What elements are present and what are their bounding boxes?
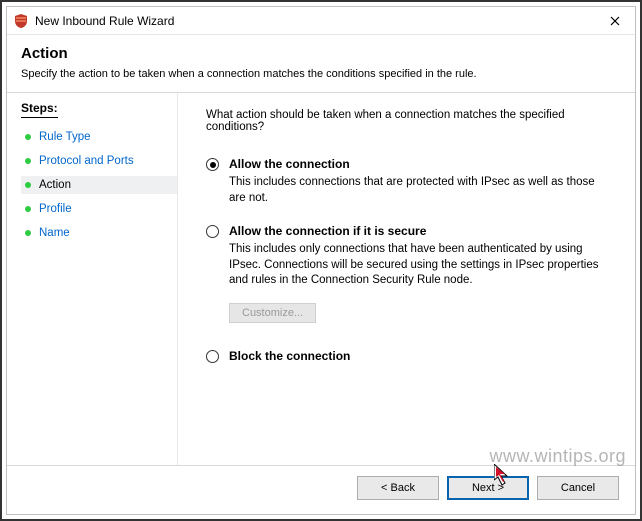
- firewall-icon: [13, 13, 29, 29]
- content-area: What action should be taken when a conne…: [177, 93, 635, 465]
- option-allow-secure[interactable]: Allow the connection if it is secure: [206, 224, 613, 238]
- option-allow-secure-desc: This includes only connections that have…: [229, 242, 613, 289]
- bullet-icon: [25, 230, 31, 236]
- close-button[interactable]: [595, 7, 635, 35]
- customize-button: Customize...: [229, 303, 316, 323]
- step-label: Action: [39, 179, 71, 191]
- header-area: Action Specify the action to be taken wh…: [7, 35, 635, 86]
- footer-buttons: < Back Next > Cancel: [7, 465, 635, 514]
- radio-block[interactable]: [206, 350, 219, 363]
- radio-allow-secure[interactable]: [206, 225, 219, 238]
- bullet-icon: [25, 206, 31, 212]
- wizard-window: New Inbound Rule Wizard Action Specify t…: [6, 6, 636, 515]
- step-profile[interactable]: Profile: [21, 200, 177, 218]
- page-subtitle: Specify the action to be taken when a co…: [21, 68, 621, 80]
- next-button[interactable]: Next >: [447, 476, 529, 500]
- option-block-title: Block the connection: [229, 349, 350, 363]
- option-allow-desc: This includes connections that are prote…: [229, 175, 613, 206]
- option-block[interactable]: Block the connection: [206, 349, 613, 363]
- titlebar: New Inbound Rule Wizard: [7, 7, 635, 35]
- option-allow[interactable]: Allow the connection: [206, 157, 613, 171]
- screenshot-frame: New Inbound Rule Wizard Action Specify t…: [0, 0, 642, 521]
- bullet-icon: [25, 134, 31, 140]
- page-heading: Action: [21, 45, 621, 62]
- step-label: Name: [39, 227, 70, 239]
- option-allow-secure-title: Allow the connection if it is secure: [229, 224, 426, 238]
- step-label: Rule Type: [39, 131, 91, 143]
- step-label: Protocol and Ports: [39, 155, 134, 167]
- step-action[interactable]: Action: [21, 176, 177, 194]
- step-protocol-ports[interactable]: Protocol and Ports: [21, 152, 177, 170]
- step-rule-type[interactable]: Rule Type: [21, 128, 177, 146]
- steps-label: Steps:: [21, 101, 58, 118]
- prompt-text: What action should be taken when a conne…: [206, 109, 613, 133]
- body-area: Steps: Rule Type Protocol and Ports Acti…: [7, 93, 635, 465]
- close-icon: [610, 16, 620, 26]
- cancel-button[interactable]: Cancel: [537, 476, 619, 500]
- step-name[interactable]: Name: [21, 224, 177, 242]
- option-allow-title: Allow the connection: [229, 157, 350, 171]
- bullet-icon: [25, 158, 31, 164]
- window-title: New Inbound Rule Wizard: [35, 14, 595, 28]
- radio-allow[interactable]: [206, 158, 219, 171]
- bullet-icon: [25, 182, 31, 188]
- back-button[interactable]: < Back: [357, 476, 439, 500]
- step-label: Profile: [39, 203, 72, 215]
- steps-sidebar: Steps: Rule Type Protocol and Ports Acti…: [7, 93, 177, 465]
